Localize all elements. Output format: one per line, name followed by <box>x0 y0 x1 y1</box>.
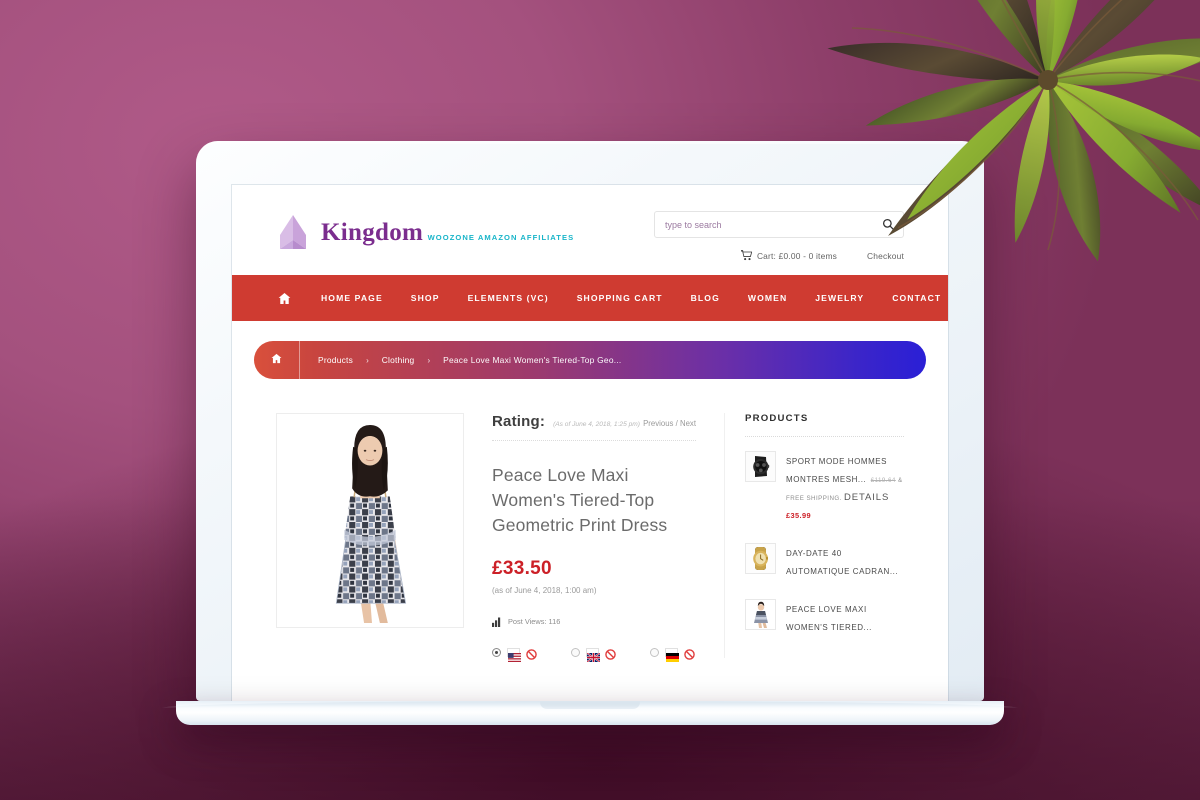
list-item-details-link[interactable]: Details <box>844 492 889 503</box>
nav-home-button[interactable] <box>276 292 307 305</box>
list-item[interactable]: Day-Date 40 Automatique Cadran... <box>745 529 904 585</box>
flag-us-icon <box>507 647 521 662</box>
nav-item-shopping-cart[interactable]: Shopping Cart <box>563 293 677 303</box>
nav-item-blog[interactable]: Blog <box>677 293 734 303</box>
rating-label: Rating: <box>492 413 546 430</box>
list-item[interactable]: Peace Love Maxi Women's Tiered... <box>745 585 904 641</box>
main-navigation: Home Page Shop Elements (VC) Shopping Ca… <box>232 275 948 321</box>
chevron-right-icon: › <box>427 355 431 365</box>
rating-row: Rating: (As of June 4, 2018, 1:25 pm) Pr… <box>492 413 696 441</box>
nav-item-jewelry[interactable]: Jewelry <box>801 293 878 303</box>
crown-mark-icon <box>276 213 310 251</box>
price-asof-text: (as of June 4, 2018, 1:00 am) <box>492 585 597 595</box>
list-item-price: £35.99 <box>786 511 812 520</box>
post-views: Post Views: 116 <box>492 617 696 627</box>
laptop-base <box>162 701 1018 725</box>
nav-item-elements-vc[interactable]: Elements (VC) <box>454 293 563 303</box>
search-icon[interactable] <box>882 218 895 231</box>
breadcrumb-item-products[interactable]: Products <box>318 355 353 365</box>
radio-uk[interactable] <box>571 647 580 657</box>
breadcrumb-item-current: Peace Love Maxi Women's Tiered-Top Geo..… <box>443 355 622 365</box>
locale-option-united-states[interactable] <box>492 647 537 662</box>
header-utilities: Cart: £0.00 - 0 items Checkout <box>654 207 904 261</box>
prev-next-separator: / <box>675 419 678 428</box>
cart-label: Cart: £0.00 - 0 items <box>756 250 838 261</box>
breadcrumb-home-button[interactable] <box>254 341 300 379</box>
breadcrumb-item-clothing[interactable]: Clothing <box>382 355 415 365</box>
product-thumbnail-watch-gold[interactable] <box>745 543 776 574</box>
flag-de-icon <box>665 647 679 662</box>
radio-us[interactable] <box>492 647 501 657</box>
brand-logo[interactable]: Kingdom WooZone Amazon Affiliates <box>276 207 574 251</box>
search-box[interactable] <box>654 211 904 238</box>
sidebar-heading: Products <box>745 413 809 424</box>
laptop-lid: Kingdom WooZone Amazon Affiliates <box>196 141 984 701</box>
page-title: Peace Love Maxi Women's Tiered-Top Geome… <box>492 465 668 535</box>
brand-name: Kingdom <box>321 218 424 246</box>
product-image[interactable] <box>276 413 464 628</box>
home-icon <box>278 292 291 305</box>
cart-summary[interactable]: Cart: £0.00 - 0 items <box>740 250 838 261</box>
breadcrumb: Products › Clothing › Peace Love Maxi Wo… <box>254 341 926 379</box>
laptop-mockup: Kingdom WooZone Amazon Affiliates <box>162 141 1018 725</box>
bar-chart-icon <box>492 617 502 627</box>
list-item-title: Day-Date 40 Automatique Cadran... <box>786 549 899 576</box>
nav-item-contact[interactable]: Contact <box>878 293 948 303</box>
browser-viewport: Kingdom WooZone Amazon Affiliates <box>232 185 948 701</box>
nav-item-shop[interactable]: Shop <box>397 293 454 303</box>
nav-item-home-page[interactable]: Home Page <box>307 293 397 303</box>
no-entry-icon <box>526 647 537 660</box>
products-sidebar: Products <box>724 413 904 658</box>
product-page-content: Rating: (As of June 4, 2018, 1:25 pm) Pr… <box>232 379 948 663</box>
list-item-title: Peace Love Maxi Women's Tiered... <box>786 605 872 632</box>
cart-icon <box>740 250 753 261</box>
list-item-old-price: £119.64 <box>870 477 896 484</box>
breadcrumb-region: Products › Clothing › Peace Love Maxi Wo… <box>232 321 948 379</box>
no-entry-icon <box>684 647 695 660</box>
brand-tagline: WooZone Amazon Affiliates <box>427 232 575 242</box>
list-item[interactable]: Sport Mode Hommes Montres Mesh... £119.6… <box>745 437 904 529</box>
home-icon <box>271 351 282 369</box>
search-input[interactable] <box>655 212 903 237</box>
chevron-right-icon: › <box>366 355 369 365</box>
locale-selector <box>492 647 696 663</box>
product-summary: Rating: (As of June 4, 2018, 1:25 pm) Pr… <box>464 413 724 663</box>
post-views-label: Post Views: 116 <box>508 617 561 627</box>
no-entry-icon <box>605 647 616 660</box>
product-thumbnail-watch-black[interactable] <box>745 451 776 482</box>
prev-next-nav: Previous / Next <box>643 419 696 428</box>
locale-option-united-kingdom[interactable] <box>571 647 616 663</box>
product-gallery <box>276 413 464 658</box>
product-price: £33.50 <box>492 557 552 579</box>
site-header: Kingdom WooZone Amazon Affiliates <box>232 185 948 275</box>
flag-uk-icon <box>586 647 601 663</box>
checkout-link[interactable]: Checkout <box>867 251 904 261</box>
product-thumbnail-dress[interactable] <box>745 599 776 630</box>
next-link[interactable]: Next <box>680 419 696 428</box>
radio-de[interactable] <box>650 647 659 657</box>
previous-link[interactable]: Previous <box>643 419 673 428</box>
rating-asof-text: (As of June 4, 2018, 1:25 pm) <box>553 421 640 428</box>
nav-item-women[interactable]: Women <box>734 293 801 303</box>
locale-option-germany[interactable] <box>650 647 695 662</box>
